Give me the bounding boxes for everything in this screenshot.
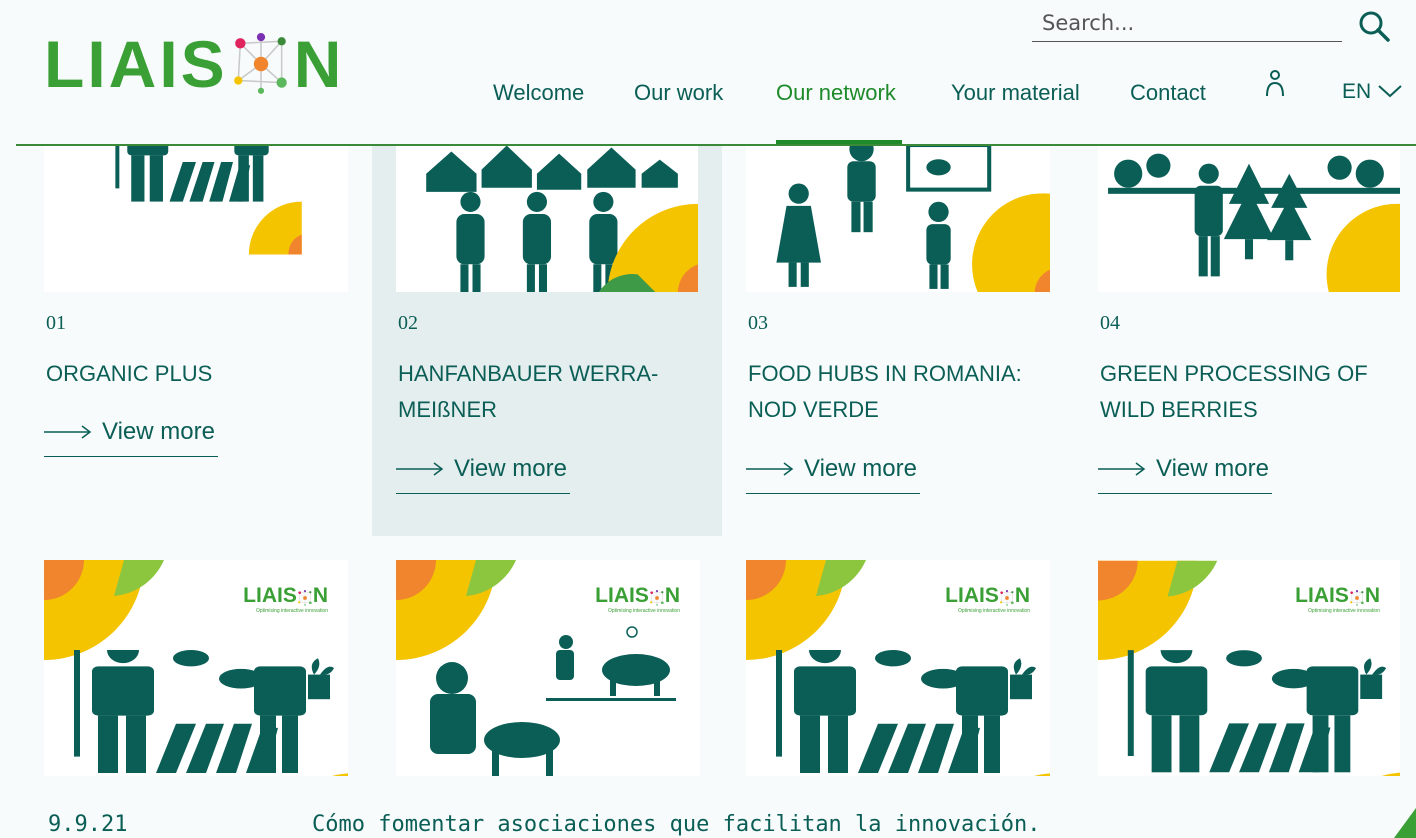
arrow-right-icon (396, 462, 444, 476)
card-image[interactable]: LIAIS N Optimising interactive innovation (746, 560, 1050, 776)
header-divider (16, 144, 1416, 146)
card-number: 04 (1100, 312, 1120, 334)
search-icon[interactable] (1356, 8, 1392, 44)
card-number: 01 (46, 312, 66, 334)
news-date: 9.9.21 (48, 812, 128, 837)
arrow-right-icon (44, 425, 92, 439)
nav-our-work[interactable]: Our work (634, 80, 723, 106)
nav-welcome[interactable]: Welcome (493, 80, 584, 106)
view-more-link[interactable]: View more (746, 455, 920, 494)
news-title[interactable]: Cómo fomentar asociaciones que facilitan… (312, 812, 1040, 837)
card-08[interactable]: LIAIS N Optimising interactive innovation (1098, 560, 1400, 776)
arrow-right-icon (746, 462, 794, 476)
logo-net-icon (297, 590, 313, 606)
view-more-label: View more (102, 418, 215, 445)
card-01[interactable]: 01 ORGANIC PLUS View more (16, 146, 362, 536)
view-more-label: View more (454, 455, 567, 482)
row2-tagline: Optimising interactive innovation (958, 608, 1030, 614)
chevron-down-icon (1378, 85, 1402, 98)
row2-logo-end: N (664, 584, 680, 607)
row2-logo-text: LIAIS (243, 584, 297, 607)
card-06[interactable]: LIAIS N Optimising interactive innovation (396, 560, 700, 776)
card-image[interactable] (396, 146, 698, 292)
row2-logo-end: N (312, 584, 328, 607)
logo-net-icon (999, 590, 1015, 606)
card-image[interactable] (746, 146, 1050, 292)
nav-our-network[interactable]: Our network (776, 80, 896, 106)
view-more-label: View more (1156, 455, 1269, 482)
card-03[interactable]: 03 FOOD HUBS IN ROMANIA: NOD VERDE View … (730, 146, 1076, 536)
row2-logo: LIAIS N Optimising interactive innovation (595, 584, 680, 614)
card-title[interactable]: GREEN PROCESSING OF WILD BERRIES (1100, 356, 1400, 428)
card-title[interactable]: ORGANIC PLUS (46, 356, 346, 392)
row2-logo: LIAIS N Optimising interactive innovation (1295, 584, 1380, 614)
card-title[interactable]: FOOD HUBS IN ROMANIA: NOD VERDE (748, 356, 1048, 428)
row2-logo-text: LIAIS (1295, 584, 1349, 607)
nav-your-material[interactable]: Your material (951, 80, 1080, 106)
arrow-right-icon (1098, 462, 1146, 476)
card-07[interactable]: LIAIS N Optimising interactive innovation (746, 560, 1050, 776)
logo-net-icon (1349, 590, 1365, 606)
main-nav: Welcome Our work Our network Your materi… (0, 80, 1416, 144)
view-more-link[interactable]: View more (1098, 455, 1272, 494)
row2-logo-text: LIAIS (945, 584, 999, 607)
user-icon[interactable] (1260, 70, 1290, 104)
row2-logo: LIAIS N Optimising interactive innovation (243, 584, 328, 614)
row2-logo: LIAIS N Optimising interactive innovation (945, 584, 1030, 614)
language-label: EN (1342, 80, 1372, 103)
row2-tagline: Optimising interactive innovation (608, 608, 680, 614)
card-number: 03 (748, 312, 768, 334)
row2-tagline: Optimising interactive innovation (1308, 608, 1380, 614)
view-more-link[interactable]: View more (44, 418, 218, 457)
search-box (1032, 4, 1342, 42)
card-image[interactable]: LIAIS N Optimising interactive innovation (396, 560, 700, 776)
language-selector[interactable]: EN (1342, 80, 1403, 104)
site-header: LIAIS N Welcome Our work Our network You… (0, 0, 1416, 146)
card-title[interactable]: HANFANBAUER WERRA-MEIßNER (398, 356, 698, 428)
card-image[interactable] (1098, 146, 1400, 292)
logo-net-icon (649, 590, 665, 606)
row2-logo-end: N (1364, 584, 1380, 607)
row2-tagline: Optimising interactive innovation (256, 608, 328, 614)
view-more-link[interactable]: View more (396, 455, 570, 494)
row2-logo-text: LIAIS (595, 584, 649, 607)
card-05[interactable]: LIAIS N Optimising interactive innovation (44, 560, 348, 776)
nav-contact[interactable]: Contact (1130, 80, 1206, 106)
card-image[interactable]: LIAIS N Optimising interactive innovation (44, 560, 348, 776)
row2-logo-end: N (1014, 584, 1030, 607)
card-number: 02 (398, 312, 418, 334)
view-more-label: View more (804, 455, 917, 482)
corner-decoration-icon (1394, 808, 1416, 838)
search-input[interactable] (1032, 4, 1342, 41)
card-02[interactable]: 02 HANFANBAUER WERRA-MEIßNER View more (372, 146, 722, 536)
card-image[interactable]: LIAIS N Optimising interactive innovation (1098, 560, 1400, 776)
card-04[interactable]: 04 GREEN PROCESSING OF WILD BERRIES View… (1082, 146, 1416, 536)
card-image[interactable] (44, 146, 348, 292)
